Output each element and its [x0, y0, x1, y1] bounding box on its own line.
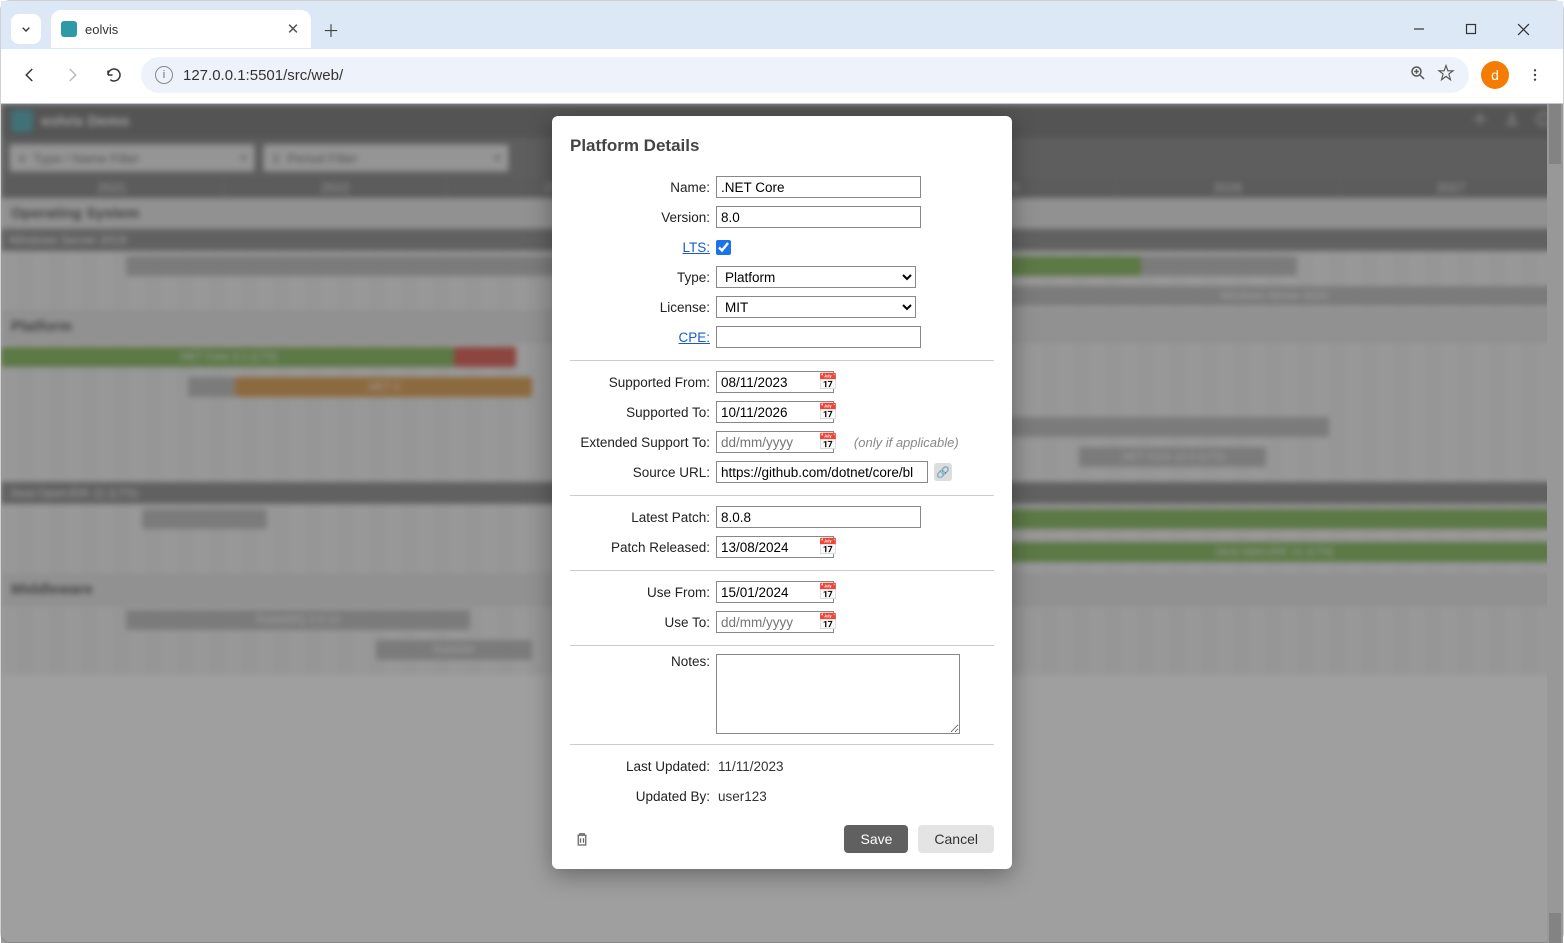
patch-released-input[interactable] [716, 536, 834, 558]
label-lts[interactable]: LTS: [570, 240, 716, 255]
tab-favicon-icon [61, 21, 77, 37]
divider [570, 645, 994, 646]
minimize-button[interactable] [1397, 13, 1441, 45]
tab-search-dropdown[interactable] [11, 14, 41, 44]
supported-from-input[interactable] [716, 371, 834, 393]
back-button[interactable] [15, 60, 45, 90]
url-text: 127.0.0.1:5501/src/web/ [183, 67, 343, 84]
modal-title: Platform Details [570, 136, 994, 156]
window-controls [1397, 13, 1553, 45]
modal-overlay[interactable]: Platform Details Name: Version: LTS: Typ… [1, 104, 1563, 943]
label-source-url: Source URL: [570, 465, 716, 480]
extended-to-input[interactable] [716, 431, 834, 453]
divider [570, 360, 994, 361]
close-window-button[interactable] [1501, 13, 1545, 45]
browser-menu-button[interactable] [1521, 61, 1549, 89]
label-license: License: [570, 300, 716, 315]
label-supported-from: Supported From: [570, 375, 716, 390]
profile-avatar[interactable]: d [1481, 61, 1509, 89]
site-info-icon[interactable]: i [155, 66, 173, 84]
cancel-button[interactable]: Cancel [918, 825, 994, 853]
divider [570, 744, 994, 745]
version-input[interactable] [716, 206, 921, 228]
use-from-input[interactable] [716, 581, 834, 603]
label-use-to: Use To: [570, 615, 716, 630]
divider [570, 495, 994, 496]
save-button[interactable]: Save [844, 825, 908, 853]
bookmark-icon[interactable] [1437, 64, 1455, 87]
app-viewport: eolvis Demo 4 Type / Name Filter ▾ 3 Per… [1, 104, 1563, 943]
maximize-button[interactable] [1449, 13, 1493, 45]
source-url-input[interactable] [716, 461, 928, 483]
new-tab-button[interactable]: ＋ [317, 15, 345, 43]
address-bar: i 127.0.0.1:5501/src/web/ d [1, 49, 1563, 103]
platform-details-dialog: Platform Details Name: Version: LTS: Typ… [552, 116, 1012, 869]
lts-checkbox[interactable] [716, 240, 731, 255]
label-last-updated: Last Updated: [570, 759, 716, 774]
label-use-from: Use From: [570, 585, 716, 600]
chevron-down-icon [18, 21, 34, 37]
browser-chrome: eolvis ✕ ＋ i 127.0.0.1:5501/src/web/ d [1, 1, 1563, 104]
supported-to-input[interactable] [716, 401, 834, 423]
label-supported-to: Supported To: [570, 405, 716, 420]
delete-button[interactable] [570, 827, 594, 851]
label-name: Name: [570, 180, 716, 195]
zoom-icon[interactable] [1409, 64, 1427, 87]
modal-footer: Save Cancel [570, 825, 994, 853]
forward-button[interactable] [57, 60, 87, 90]
updated-by-value: user123 [716, 789, 767, 804]
divider [570, 570, 994, 571]
label-cpe[interactable]: CPE: [570, 330, 716, 345]
last-updated-value: 11/11/2023 [716, 759, 784, 774]
label-notes: Notes: [570, 654, 716, 669]
extended-hint: (only if applicable) [854, 435, 959, 450]
trash-icon [573, 830, 591, 848]
label-latest-patch: Latest Patch: [570, 510, 716, 525]
label-version: Version: [570, 210, 716, 225]
browser-tab[interactable]: eolvis ✕ [51, 10, 311, 48]
label-updated-by: Updated By: [570, 789, 716, 804]
tab-strip: eolvis ✕ ＋ [1, 1, 1563, 49]
label-patch-released: Patch Released: [570, 540, 716, 555]
link-icon[interactable]: 🔗 [934, 463, 952, 481]
use-to-input[interactable] [716, 611, 834, 633]
name-input[interactable] [716, 176, 921, 198]
cpe-input[interactable] [716, 326, 921, 348]
type-select[interactable]: Platform [716, 266, 916, 288]
tab-title: eolvis [85, 22, 277, 37]
label-extended-to: Extended Support To: [570, 435, 716, 450]
label-type: Type: [570, 270, 716, 285]
reload-button[interactable] [99, 60, 129, 90]
latest-patch-input[interactable] [716, 506, 921, 528]
notes-textarea[interactable] [716, 654, 960, 734]
tab-close-button[interactable]: ✕ [285, 21, 301, 37]
url-bar[interactable]: i 127.0.0.1:5501/src/web/ [141, 57, 1469, 93]
license-select[interactable]: MIT [716, 296, 916, 318]
